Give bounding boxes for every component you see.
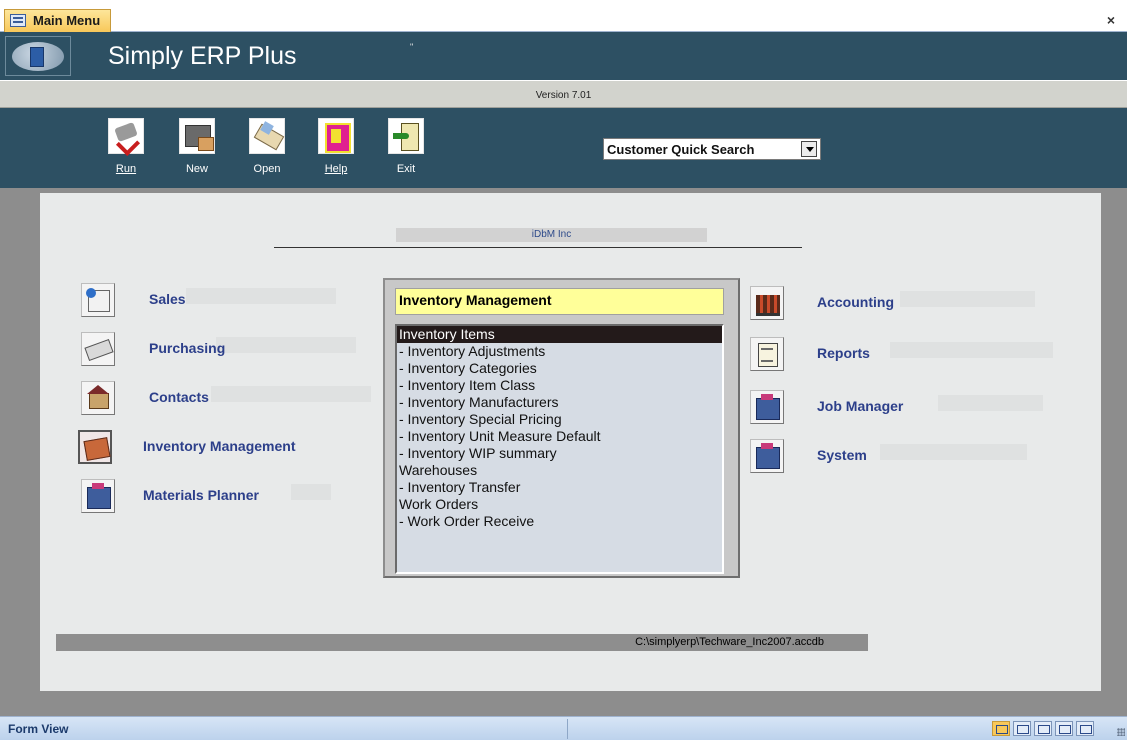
tab-title: Main Menu bbox=[33, 13, 101, 28]
design-view-icon[interactable] bbox=[1076, 721, 1094, 736]
open-label: Open bbox=[253, 163, 281, 175]
company-name: iDbM Inc bbox=[396, 228, 707, 242]
run-label: Run bbox=[115, 163, 137, 175]
form-view-icon[interactable] bbox=[992, 721, 1010, 736]
list-item[interactable]: Inventory Items bbox=[397, 326, 722, 343]
menu-accounting[interactable]: Accounting bbox=[750, 286, 1035, 320]
list-item[interactable]: - Inventory Manufacturers bbox=[397, 394, 722, 411]
accounting-icon bbox=[750, 286, 784, 320]
new-icon bbox=[179, 118, 215, 154]
menu-label-system: System bbox=[817, 447, 867, 463]
menu-label-materials: Materials Planner bbox=[143, 487, 259, 503]
menu-label-inventory: Inventory Management bbox=[143, 438, 296, 454]
main-panel: iDbM Inc Sales Purchasing Contacts Inven… bbox=[40, 193, 1101, 691]
exit-icon bbox=[388, 118, 424, 154]
contacts-icon bbox=[81, 381, 115, 415]
version-label: Version 7.01 bbox=[535, 90, 592, 101]
menu-reports[interactable]: Reports bbox=[750, 337, 1053, 371]
list-item[interactable]: - Work Order Receive bbox=[397, 513, 722, 530]
list-item[interactable]: - Inventory Categories bbox=[397, 360, 722, 377]
menu-label-reports: Reports bbox=[817, 345, 870, 361]
app-logo-icon bbox=[5, 36, 71, 76]
run-icon bbox=[108, 118, 144, 154]
tab-strip: Main Menu × bbox=[0, 0, 1127, 32]
exit-button[interactable]: Exit bbox=[383, 118, 429, 175]
version-bar: Version 7.01 bbox=[0, 80, 1127, 108]
menu-label-sales: Sales bbox=[149, 291, 186, 307]
app-title: Simply ERP Plus bbox=[108, 42, 297, 70]
menu-system[interactable]: System bbox=[750, 439, 1027, 473]
new-button[interactable]: New bbox=[174, 118, 220, 175]
menu-label-purchasing: Purchasing bbox=[149, 340, 226, 356]
app-header: Simply ERP Plus " bbox=[0, 32, 1127, 80]
menu-contacts[interactable]: Contacts bbox=[81, 381, 371, 415]
purchasing-icon bbox=[81, 332, 115, 366]
toolbar: Run New Open Help Exit bbox=[0, 108, 1127, 188]
status-text: Form View bbox=[8, 722, 69, 736]
menu-purchasing[interactable]: Purchasing bbox=[81, 332, 356, 366]
inventory-icon bbox=[78, 430, 112, 464]
pivottable-view-icon[interactable] bbox=[1034, 721, 1052, 736]
submenu-title: Inventory Management bbox=[395, 288, 724, 315]
system-icon bbox=[750, 439, 784, 473]
header-mark: " bbox=[410, 42, 414, 52]
job-manager-icon bbox=[750, 390, 784, 424]
menu-inventory-management[interactable]: Inventory Management bbox=[78, 430, 378, 464]
submenu-list[interactable]: Inventory Items - Inventory Adjustments … bbox=[395, 324, 724, 574]
list-item[interactable]: - Inventory Special Pricing bbox=[397, 411, 722, 428]
form-icon bbox=[10, 14, 26, 27]
new-label: New bbox=[185, 163, 208, 175]
list-item[interactable]: - Inventory Transfer bbox=[397, 479, 722, 496]
divider bbox=[274, 247, 802, 248]
datasheet-view-icon[interactable] bbox=[1013, 721, 1031, 736]
open-button[interactable]: Open bbox=[244, 118, 290, 175]
materials-planner-icon bbox=[81, 479, 115, 513]
list-item[interactable]: - Inventory WIP summary bbox=[397, 445, 722, 462]
open-icon bbox=[249, 118, 285, 154]
list-item[interactable]: - Inventory Adjustments bbox=[397, 343, 722, 360]
help-icon bbox=[318, 118, 354, 154]
menu-job-manager[interactable]: Job Manager bbox=[750, 390, 1043, 424]
quick-search-value: Customer Quick Search bbox=[607, 142, 755, 157]
chevron-down-icon[interactable] bbox=[801, 141, 817, 157]
list-item[interactable]: Work Orders bbox=[397, 496, 722, 513]
list-item[interactable]: Warehouses bbox=[397, 462, 722, 479]
menu-label-contacts: Contacts bbox=[149, 389, 209, 405]
customer-quick-search-combo[interactable]: Customer Quick Search bbox=[603, 138, 821, 160]
database-path: C:\simplyerp\Techware_Inc2007.accdb bbox=[56, 634, 868, 651]
menu-sales[interactable]: Sales bbox=[81, 283, 336, 317]
status-divider bbox=[567, 719, 568, 739]
pivotchart-view-icon[interactable] bbox=[1055, 721, 1073, 736]
help-button[interactable]: Help bbox=[313, 118, 359, 175]
submenu-panel: Inventory Management Inventory Items - I… bbox=[383, 278, 740, 578]
sales-icon bbox=[81, 283, 115, 317]
tab-main-menu[interactable]: Main Menu bbox=[4, 9, 112, 32]
resize-grip-icon[interactable] bbox=[1117, 728, 1125, 736]
list-item[interactable]: - Inventory Unit Measure Default bbox=[397, 428, 722, 445]
status-bar: Form View bbox=[0, 716, 1127, 740]
menu-materials-planner[interactable]: Materials Planner bbox=[81, 479, 331, 513]
run-button[interactable]: Run bbox=[103, 118, 149, 175]
help-label: Help bbox=[324, 163, 348, 175]
menu-label-job-manager: Job Manager bbox=[817, 398, 904, 414]
close-icon[interactable]: × bbox=[1107, 12, 1115, 28]
reports-icon bbox=[750, 337, 784, 371]
list-item[interactable]: - Inventory Item Class bbox=[397, 377, 722, 394]
exit-label: Exit bbox=[396, 163, 416, 175]
menu-label-accounting: Accounting bbox=[817, 294, 894, 310]
